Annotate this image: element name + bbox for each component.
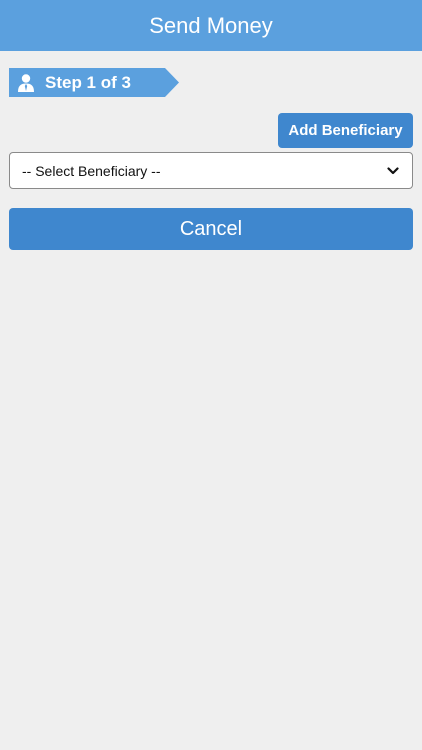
beneficiary-select-value: -- Select Beneficiary -- xyxy=(22,162,161,179)
user-icon xyxy=(15,72,37,94)
step-indicator: Step 1 of 3 xyxy=(9,68,179,97)
app-header: Send Money xyxy=(0,0,422,51)
add-beneficiary-button[interactable]: Add Beneficiary xyxy=(278,113,413,148)
cancel-button[interactable]: Cancel xyxy=(9,208,413,250)
step-label: Step 1 of 3 xyxy=(45,72,131,92)
chevron-down-icon xyxy=(386,164,400,178)
beneficiary-select[interactable]: -- Select Beneficiary -- xyxy=(9,152,413,189)
page-title: Send Money xyxy=(149,12,273,38)
